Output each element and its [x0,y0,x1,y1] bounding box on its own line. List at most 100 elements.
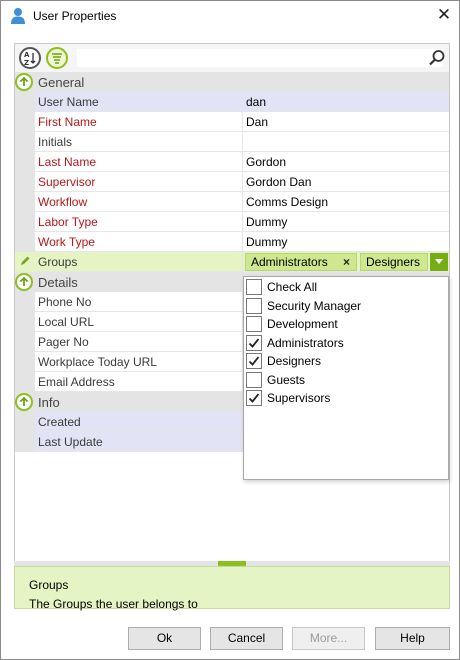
search-icon[interactable] [428,49,446,67]
property-row-labor-type[interactable]: Labor Type Dummy [15,212,449,232]
option-security-manager[interactable]: Security Manager [244,297,448,315]
help-button[interactable]: Help [375,627,450,650]
property-name: Local URL [35,312,243,332]
option-development[interactable]: Development [244,315,448,333]
remove-tag-icon[interactable]: × [343,255,350,269]
tag-label: Administrators [251,255,328,269]
arrow-up-icon [19,396,29,406]
svg-text:Z: Z [24,59,29,66]
row-gutter [15,92,35,112]
collapse-info-button[interactable] [15,393,33,411]
checkmark-icon [248,356,260,366]
category-label: Details [38,275,78,290]
option-label: Check All [267,280,318,294]
property-row-workflow[interactable]: Workflow Comms Design [15,192,449,212]
property-value[interactable]: dan [243,92,449,112]
property-row-supervisor[interactable]: Supervisor Gordon Dan [15,172,449,192]
option-check-all[interactable]: Check All [244,278,448,296]
row-gutter [15,312,35,332]
description-panel: Groups The Groups the user belongs to [14,566,450,611]
row-gutter [15,112,35,132]
property-name: Last Name [35,152,243,172]
property-name: Email Address [35,372,243,392]
user-properties-dialog: User Properties ✕ A Z General User Name … [0,0,460,660]
categorize-button[interactable] [46,47,68,69]
property-name: Supervisor [35,172,243,192]
row-gutter [15,292,35,312]
collapse-general-button[interactable] [15,73,33,91]
description-text: The Groups the user belongs to [29,597,198,611]
property-name: Work Type [35,232,243,252]
close-icon: ✕ [436,5,452,24]
categorize-icon [52,53,62,64]
checkbox[interactable] [246,334,262,351]
property-value[interactable]: Gordon [243,152,449,172]
property-value[interactable]: Dummy [243,232,449,252]
tag-chip: Designers [360,253,428,271]
category-general[interactable]: General [15,72,449,92]
property-row-work-type[interactable]: Work Type Dummy [15,232,449,252]
property-name: Created [35,412,243,432]
checkbox[interactable] [246,279,262,295]
row-gutter [15,352,35,372]
property-value[interactable]: Dummy [243,212,449,232]
property-name: Pager No [35,332,243,352]
option-label: Designers [267,354,322,368]
row-gutter [15,212,35,232]
tag-label: Designers [366,255,421,269]
groups-tag-editor[interactable]: Administrators × Designers [243,252,449,272]
row-gutter [15,372,35,392]
svg-text:A: A [24,51,30,59]
property-name: Labor Type [35,212,243,232]
property-row-initials[interactable]: Initials [15,132,449,152]
row-gutter [15,232,35,252]
checkmark-icon [248,337,260,348]
option-administrators[interactable]: Administrators [244,334,448,352]
checkbox[interactable] [246,353,262,369]
close-button[interactable]: ✕ [431,3,457,27]
property-name: First Name [35,112,243,132]
search-input[interactable] [77,49,443,67]
property-name: User Name [35,92,243,112]
category-label: Info [38,395,60,410]
checkbox[interactable] [246,316,262,332]
property-row-first-name[interactable]: First Name Dan [15,112,449,132]
option-designers[interactable]: Designers [244,352,448,370]
arrow-up-icon [19,76,29,86]
category-label: General [38,75,85,90]
checkbox[interactable] [246,297,262,314]
property-name: Phone No [35,292,243,312]
row-gutter [15,132,35,152]
property-row-user-name[interactable]: User Name dan [15,92,449,112]
option-label: Development [267,317,338,331]
sort-az-icon: A Z [24,51,36,66]
property-row-groups[interactable]: Groups Administrators × Designers [15,252,449,272]
dropdown-toggle-button[interactable] [430,253,448,271]
property-value[interactable]: Comms Design [243,192,449,212]
row-gutter [15,192,35,212]
row-gutter [15,152,35,172]
property-name: Workflow [35,192,243,212]
ok-button[interactable]: Ok [128,627,201,650]
option-guests[interactable]: Guests [244,371,448,389]
property-value[interactable] [243,132,449,152]
tag-chip: Administrators × [245,253,357,271]
groups-dropdown-list: Check All Security Manager Development A… [243,276,449,480]
property-value[interactable]: Dan [243,112,449,132]
property-row-last-name[interactable]: Last Name Gordon [15,152,449,172]
option-label: Administrators [267,335,344,350]
description-title: Groups [29,578,69,592]
property-value[interactable]: Gordon Dan [243,172,449,192]
grid-toolbar: A Z [15,44,449,72]
cancel-button[interactable]: Cancel [210,627,283,650]
collapse-details-button[interactable] [15,273,33,291]
checkbox[interactable] [246,371,262,388]
row-gutter [15,412,35,432]
property-name: Groups [35,252,243,272]
row-gutter [15,172,35,192]
more-button[interactable]: More... [292,627,365,650]
sort-alphabetical-button[interactable]: A Z [19,47,41,69]
checkbox[interactable] [246,390,262,406]
window-title: User Properties [33,9,117,23]
option-supervisors[interactable]: Supervisors [244,389,448,407]
